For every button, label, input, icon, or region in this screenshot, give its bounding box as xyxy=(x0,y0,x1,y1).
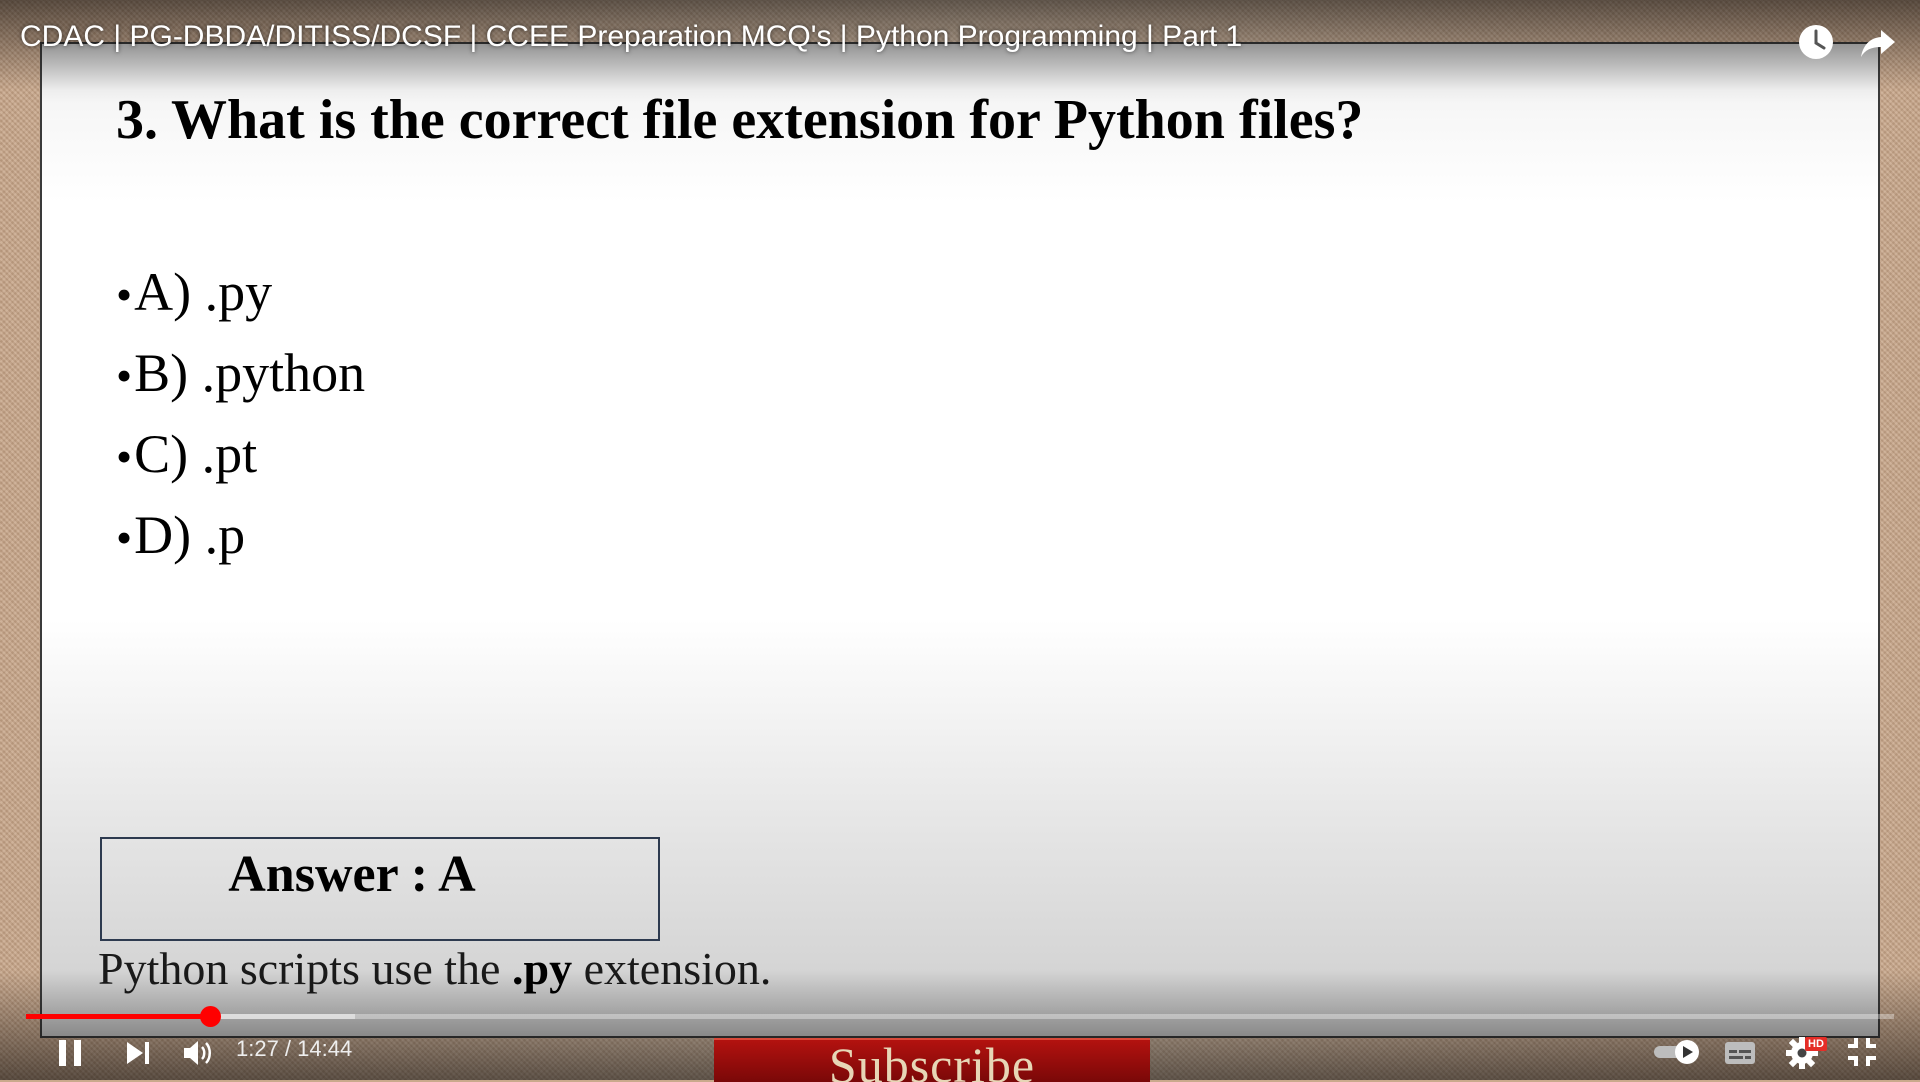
captions-icon[interactable] xyxy=(1720,1032,1760,1072)
volume-icon[interactable] xyxy=(178,1032,218,1072)
option-d: •D) .p xyxy=(116,495,365,576)
clock-icon[interactable] xyxy=(1796,22,1836,62)
autoplay-toggle-icon[interactable] xyxy=(1652,1032,1704,1072)
option-text: B) .python xyxy=(134,343,366,403)
options-list: •A) .py •B) .python •C) .pt •D) .p xyxy=(116,252,365,576)
bullet: • xyxy=(116,431,133,482)
answer-box: Answer : A xyxy=(100,837,660,941)
question-title: 3. What is the correct file extension fo… xyxy=(116,89,1364,151)
scrubber-handle[interactable] xyxy=(199,1006,221,1027)
bullet: • xyxy=(116,350,133,401)
option-b: •B) .python xyxy=(116,333,365,414)
video-title[interactable]: CDAC | PG-DBDA/DITISS/DCSF | CCEE Prepar… xyxy=(20,20,1242,54)
option-text: A) .py xyxy=(134,262,273,322)
exit-fullscreen-icon[interactable] xyxy=(1842,1032,1882,1072)
hd-badge: HD xyxy=(1805,1037,1827,1051)
next-icon[interactable] xyxy=(118,1032,158,1072)
pause-icon[interactable] xyxy=(50,1032,90,1072)
played-bar xyxy=(26,1014,210,1019)
bullet: • xyxy=(116,512,133,563)
slide: 3. What is the correct file extension fo… xyxy=(40,42,1880,1038)
subscribe-label: Subscribe xyxy=(828,1038,1036,1082)
option-text: C) .pt xyxy=(134,424,258,484)
answer-text: Answer : A xyxy=(228,846,476,903)
subscribe-button[interactable]: Subscribe xyxy=(714,1038,1150,1082)
option-text: D) .p xyxy=(134,505,246,565)
share-icon[interactable] xyxy=(1858,22,1898,62)
progress-bar[interactable] xyxy=(26,1006,1894,1027)
option-a: •A) .py xyxy=(116,252,365,333)
option-c: •C) .pt xyxy=(116,414,365,495)
time-display: 1:27 / 14:44 xyxy=(236,1036,353,1061)
bullet: • xyxy=(116,269,133,320)
